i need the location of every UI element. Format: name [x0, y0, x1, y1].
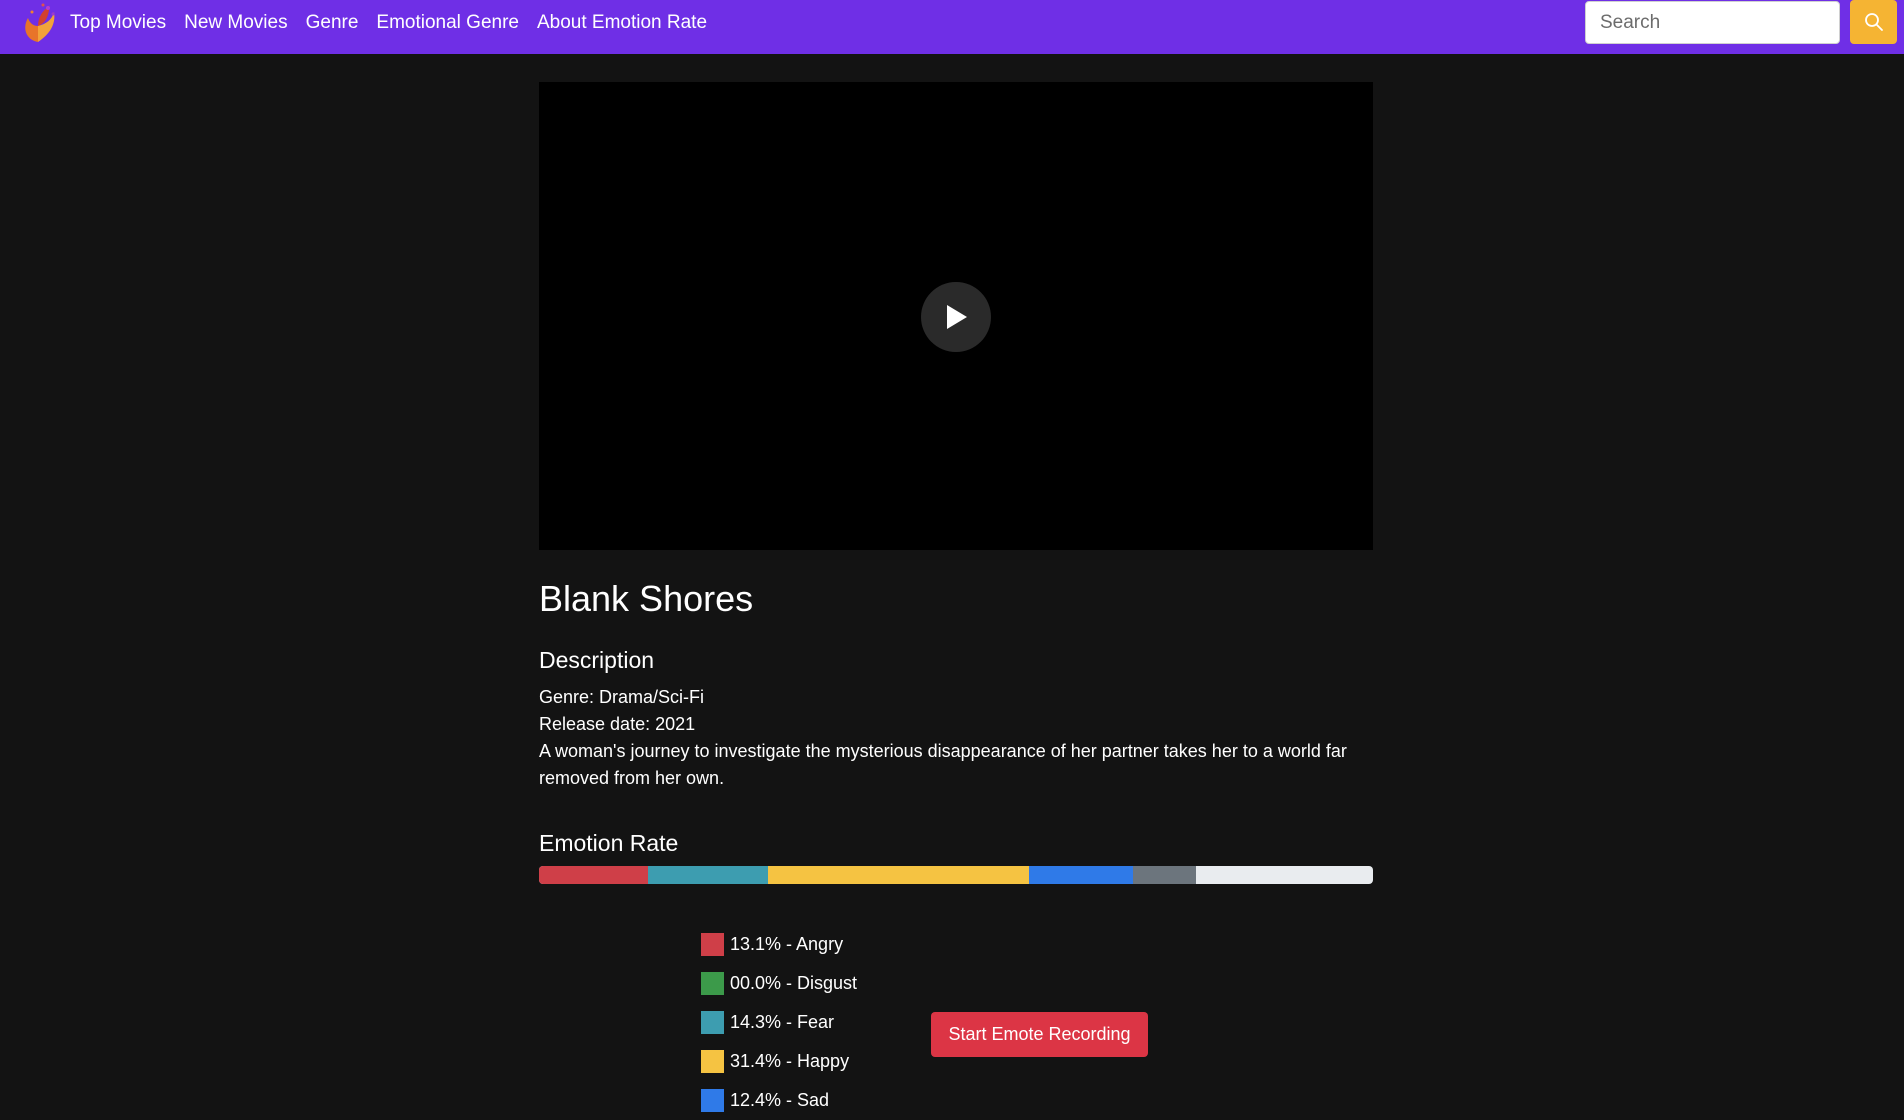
nav-links: Top Movies New Movies Genre Emotional Ge…	[70, 0, 725, 46]
legend-item: 14.3% - Fear	[701, 1003, 857, 1042]
movie-release-date: Release date: 2021	[539, 714, 696, 734]
legend-swatch	[701, 933, 724, 956]
legend-label: 13.1% - Angry	[730, 934, 844, 954]
legend-swatch	[701, 972, 724, 995]
nav-link-emotional-genre[interactable]: Emotional Genre	[376, 12, 519, 34]
emotion-rate-heading: Emotion Rate	[539, 830, 679, 856]
video-player[interactable]	[539, 82, 1373, 550]
nav-link-genre[interactable]: Genre	[306, 12, 359, 34]
nav-link-new-movies[interactable]: New Movies	[184, 12, 287, 34]
emotion-bar-segment-angry	[539, 866, 649, 884]
legend-label: 31.4% - Happy	[730, 1051, 850, 1071]
legend-swatch	[701, 1089, 724, 1112]
legend-item: 13.1% - Angry	[701, 925, 857, 964]
legend-swatch	[701, 1011, 724, 1034]
emotion-legend: 13.1% - Angry 00.0% - Disgust 14.3% - Fear…	[701, 925, 857, 1120]
legend-item: 31.4% - Happy	[701, 1042, 857, 1081]
description-heading: Description	[539, 647, 655, 673]
search-button[interactable]	[1850, 0, 1897, 44]
play-icon	[947, 305, 967, 329]
top-navbar: Top Movies New Movies Genre Emotional Ge…	[0, 0, 1904, 54]
legend-item: 00.0% - Disgust	[701, 964, 857, 1003]
nav-link-about-emotion-rate[interactable]: About Emotion Rate	[537, 12, 707, 34]
emotion-bar-segment-fear	[648, 866, 768, 884]
legend-label: 12.4% - Sad	[730, 1090, 830, 1110]
emotion-rate-logo-icon	[25, 3, 55, 42]
start-emote-recording-button[interactable]: Start Emote Recording	[931, 1012, 1148, 1057]
search-input[interactable]	[1585, 1, 1840, 44]
movie-title: Blank Shores	[539, 578, 754, 619]
brand-logo[interactable]	[18, 2, 58, 46]
search-icon	[1864, 13, 1883, 31]
legend-item: 12.4% - Sad	[701, 1081, 857, 1120]
nav-link-top-movies[interactable]: Top Movies	[70, 12, 166, 34]
emotion-rate-bar	[539, 866, 1373, 884]
legend-swatch	[701, 1050, 724, 1073]
legend-label: 14.3% - Fear	[730, 1012, 835, 1032]
emotion-bar-segment-neutral	[1132, 866, 1197, 884]
emotion-bar-segment-sad	[1029, 866, 1133, 884]
movie-genre: Genre: Drama/Sci-Fi	[539, 687, 705, 707]
movie-synopsis: A woman's journey to investigate the mys…	[539, 741, 1347, 788]
legend-label: 00.0% - Disgust	[730, 973, 858, 993]
play-button[interactable]	[921, 282, 991, 352]
emotion-bar-segment-happy	[767, 866, 1030, 884]
